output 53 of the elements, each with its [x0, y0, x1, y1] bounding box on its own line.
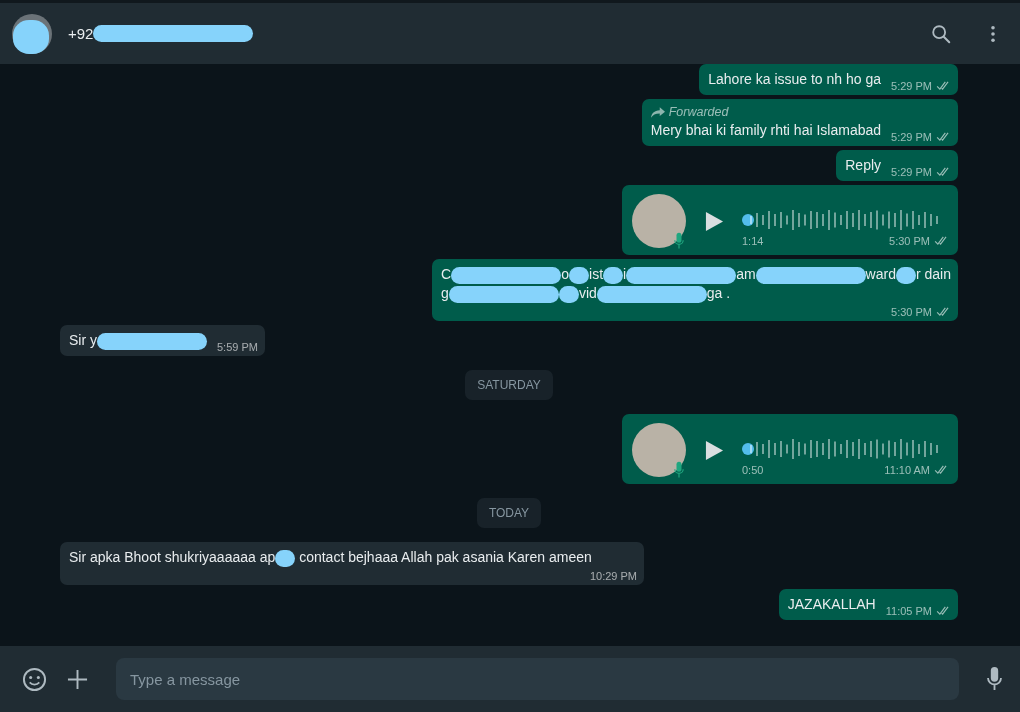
- double-check-icon: [936, 81, 951, 91]
- message-text: vid: [578, 285, 597, 301]
- message-text: g: [441, 285, 449, 301]
- message-text: Mery bhai ki family rhti hai Islamabad: [650, 122, 882, 138]
- voice-duration: 0:50: [742, 464, 764, 476]
- microphone-icon[interactable]: [987, 667, 1002, 691]
- message-text: Sir y: [69, 332, 97, 348]
- message-time: 5:59 PM: [217, 341, 258, 353]
- message-text: r dain: [915, 266, 951, 282]
- voice-duration: 1:14: [742, 235, 764, 247]
- message-time: 5:29 PM: [891, 80, 932, 92]
- message-text: Lahore ka issue to nh ho ga: [708, 71, 882, 87]
- message-text: am: [736, 266, 756, 282]
- message-time: 11:05 PM: [885, 605, 932, 617]
- message-time: 5:30 PM: [891, 306, 932, 318]
- play-icon[interactable]: [705, 210, 724, 232]
- message-text: C: [441, 266, 452, 282]
- double-check-icon: [936, 307, 951, 317]
- message-text: Sir apka Bhoot shukriyaaaaaa ap: [69, 549, 276, 565]
- message-text: ga .: [706, 285, 731, 301]
- microphone-icon: [674, 232, 684, 250]
- play-icon[interactable]: [705, 439, 724, 461]
- photo-placeholder: [632, 194, 686, 248]
- message-time: 10:29 PM: [589, 570, 637, 582]
- double-check-icon: [934, 236, 949, 246]
- double-check-icon: [936, 606, 951, 616]
- message-time: 5:29 PM: [891, 131, 932, 143]
- message-time: 5:29 PM: [891, 166, 932, 178]
- menu-icon[interactable]: [990, 24, 996, 43]
- contact-name[interactable]: +92: [68, 25, 94, 42]
- avatar[interactable]: [12, 13, 52, 54]
- playback-dot[interactable]: [742, 214, 754, 226]
- message-text: Reply: [845, 157, 882, 173]
- emoji-icon[interactable]: [22, 666, 47, 692]
- message-text: o: [561, 266, 570, 282]
- microphone-icon: [674, 461, 684, 479]
- message-time: 5:30 PM: [889, 235, 930, 247]
- double-check-icon: [936, 132, 951, 142]
- message-text: JAZAKALLAH: [787, 596, 876, 612]
- search-icon[interactable]: [930, 22, 952, 45]
- double-check-icon: [934, 465, 949, 475]
- forwarded-text: Forwarded: [668, 105, 729, 119]
- message-text: ist: [589, 266, 604, 282]
- message-time: 11:10 AM: [884, 464, 930, 476]
- message-text: ward: [865, 266, 896, 282]
- photo-placeholder: [632, 423, 686, 477]
- forward-arrow-icon: [650, 106, 665, 118]
- plus-icon[interactable]: [67, 668, 88, 690]
- message-text: i: [623, 266, 627, 282]
- double-check-icon: [936, 167, 951, 177]
- playback-dot[interactable]: [742, 443, 754, 455]
- message-input[interactable]: Type a message: [116, 658, 959, 700]
- message-text: contact bejhaaa Allah pak asania Karen ameen: [298, 549, 592, 565]
